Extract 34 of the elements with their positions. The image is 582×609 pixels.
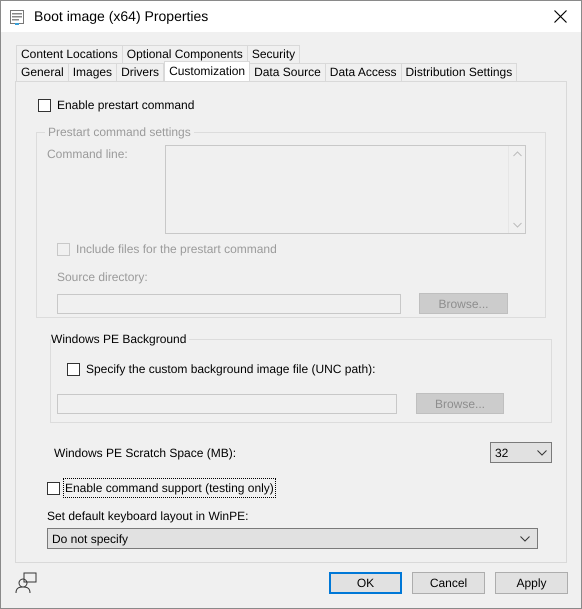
scroll-down-icon[interactable] — [512, 222, 522, 228]
group-title: Windows PE Background — [51, 332, 190, 346]
checkbox-label: Enable prestart command — [57, 97, 194, 114]
tab[interactable]: Distribution Settings — [400, 63, 518, 81]
tab[interactable]: General — [16, 63, 69, 81]
user-help-icon[interactable] — [15, 572, 37, 594]
tab[interactable]: Content Locations — [16, 45, 123, 63]
tab[interactable]: Images — [68, 63, 118, 81]
dialog-button[interactable]: Apply — [495, 572, 568, 594]
close-icon[interactable] — [554, 10, 567, 23]
chevron-down-icon — [520, 536, 530, 542]
background-image-field[interactable] — [57, 394, 397, 414]
field-label: Command line: — [47, 146, 129, 163]
window-title: Boot image (x64) Properties — [34, 7, 208, 26]
field-label: Windows PE Scratch Space (MB): — [54, 444, 236, 462]
checkbox[interactable] — [47, 482, 60, 494]
keyboard-layout-dropdown[interactable]: Do not specify — [47, 528, 538, 549]
field-label: Set default keyboard layout in WinPE: — [47, 508, 250, 525]
checkbox[interactable] — [38, 98, 51, 112]
tab[interactable]: Optional Components — [122, 45, 248, 63]
tab[interactable]: Security — [246, 45, 300, 63]
group-title: Prestart command settings — [45, 125, 194, 139]
dialog-button[interactable]: Cancel — [412, 572, 485, 594]
checkbox-label: Enable command support (testing only) — [64, 479, 275, 497]
scratch-space-dropdown[interactable]: 32 — [490, 442, 552, 463]
properties-icon — [9, 8, 25, 24]
checkbox-label: Include files for the prestart command — [76, 241, 277, 258]
checkbox-label: Specify the custom background image file (UNC path): — [86, 361, 376, 378]
dialog-button[interactable]: OK — [329, 572, 402, 594]
scroll-up-icon[interactable] — [512, 151, 522, 157]
tab[interactable]: Customization — [164, 61, 250, 81]
chevron-down-icon — [537, 450, 547, 456]
field-label: Source directory: — [57, 269, 149, 286]
tab[interactable]: Drivers — [116, 63, 164, 81]
